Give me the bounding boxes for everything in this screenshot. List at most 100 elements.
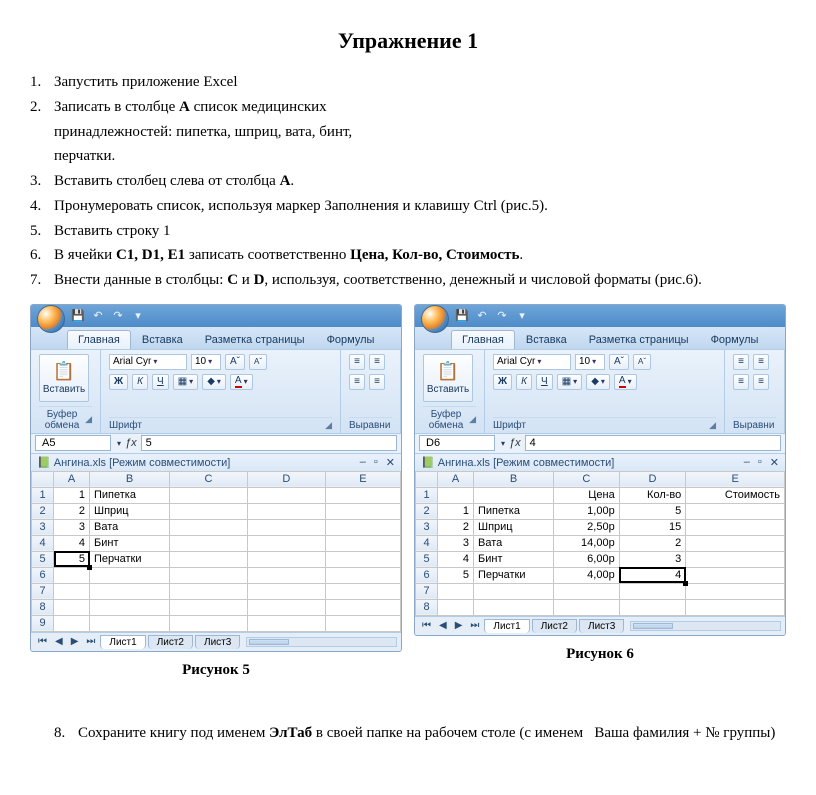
grow-font-button[interactable]: Aˇ [225,354,245,370]
paste-button[interactable]: 📋 Вставить [423,354,473,402]
align-top-button[interactable]: ≡ [733,354,749,370]
cell[interactable] [170,615,248,631]
cell[interactable] [619,583,686,599]
close-icon[interactable]: ✕ [386,456,395,469]
cell[interactable]: Цена [554,487,620,503]
dialog-launcher-icon[interactable]: ◢ [709,420,716,431]
ribbon-tab[interactable]: Вставка [131,330,194,349]
restore-icon[interactable]: ▫ [758,456,762,469]
cell[interactable]: Шприц [474,519,554,535]
sheet-tab[interactable]: Лист1 [484,619,529,633]
fx-icon[interactable]: ƒx [509,437,521,449]
italic-button[interactable]: К [516,374,532,390]
sheet-nav-next-icon[interactable]: ▶ [68,636,82,647]
font-name-select[interactable]: Arial Cyr▾ [493,354,571,370]
align-center-button[interactable]: ≡ [369,374,385,390]
row-header[interactable]: 5 [32,551,54,567]
cell[interactable] [325,519,400,535]
horizontal-scrollbar[interactable] [246,637,397,647]
cell[interactable] [325,487,400,503]
font-color-button[interactable]: A▾ [614,374,637,390]
align-top-button[interactable]: ≡ [349,354,365,370]
name-box[interactable]: D6 [419,435,495,451]
cell[interactable] [686,599,785,615]
cell[interactable]: Кол-во [619,487,686,503]
row-header[interactable]: 8 [32,599,54,615]
cell[interactable] [170,503,248,519]
sheet-tab[interactable]: Лист1 [100,635,145,649]
cell[interactable] [170,535,248,551]
cell[interactable] [170,487,248,503]
sheet-tab[interactable]: Лист3 [579,619,624,633]
cell[interactable]: 1,00р [554,503,620,519]
cell[interactable] [54,583,90,599]
cell[interactable]: Вата [90,519,170,535]
cell[interactable]: 3 [619,551,686,567]
column-header[interactable]: D [247,471,325,487]
cell[interactable] [554,583,620,599]
row-header[interactable]: 7 [416,583,438,599]
cell[interactable] [438,599,474,615]
column-header[interactable]: C [170,471,248,487]
row-header[interactable]: 7 [32,583,54,599]
cell[interactable] [686,503,785,519]
spreadsheet-grid[interactable]: ABCDE1ЦенаКол-воСтоимость21Пипетка1,00р5… [415,471,785,616]
dialog-launcher-icon[interactable]: ◢ [85,414,92,425]
ribbon-tab[interactable]: Разметка страницы [578,330,700,349]
align-center-button[interactable]: ≡ [753,374,769,390]
cell[interactable]: 15 [619,519,686,535]
column-header[interactable]: C [554,471,620,487]
fx-icon[interactable]: ƒx [125,437,137,449]
row-header[interactable]: 8 [416,599,438,615]
cell[interactable] [247,535,325,551]
cell[interactable] [325,551,400,567]
row-header[interactable]: 3 [416,519,438,535]
cell[interactable] [325,583,400,599]
row-header[interactable]: 9 [32,615,54,631]
cell[interactable]: Вата [474,535,554,551]
cell[interactable] [170,519,248,535]
ribbon-tab[interactable]: Формулы [700,330,770,349]
cell[interactable] [247,599,325,615]
cell[interactable]: 4 [438,551,474,567]
grow-font-button[interactable]: Aˇ [609,354,629,370]
sheet-nav-last-icon[interactable]: ⏭ [83,636,98,647]
cell[interactable] [90,567,170,583]
qat-dropdown-icon[interactable]: ▾ [515,309,529,323]
cell[interactable]: Шприц [90,503,170,519]
sheet-nav-prev-icon[interactable]: ◀ [52,636,66,647]
cell[interactable] [438,583,474,599]
ribbon-tab[interactable]: Формулы [316,330,386,349]
sheet-nav-first-icon[interactable]: ⏮ [35,636,50,647]
cell[interactable] [170,583,248,599]
cell[interactable] [54,567,90,583]
save-icon[interactable]: 💾 [71,309,85,323]
fill-color-button[interactable]: ◆▾ [586,374,610,390]
column-header[interactable]: A [54,471,90,487]
undo-icon[interactable]: ↶ [475,309,489,323]
column-header[interactable]: B [474,471,554,487]
cell[interactable] [686,583,785,599]
row-header[interactable]: 1 [416,487,438,503]
cell[interactable] [247,487,325,503]
cell[interactable] [90,615,170,631]
cell[interactable] [54,599,90,615]
cell[interactable]: Бинт [90,535,170,551]
cell[interactable]: 2 [438,519,474,535]
cell[interactable]: 1 [438,503,474,519]
column-header[interactable]: D [619,471,686,487]
underline-button[interactable]: Ч [536,374,553,390]
column-header[interactable]: A [438,471,474,487]
cell[interactable]: 5 [619,503,686,519]
cell[interactable]: Бинт [474,551,554,567]
bold-button[interactable]: Ж [109,374,128,390]
sheet-nav-first-icon[interactable]: ⏮ [419,620,434,631]
restore-icon[interactable]: ▫ [374,456,378,469]
cell[interactable]: Пипетка [474,503,554,519]
underline-button[interactable]: Ч [152,374,169,390]
align-mid-button[interactable]: ≡ [753,354,769,370]
undo-icon[interactable]: ↶ [91,309,105,323]
cell[interactable] [325,567,400,583]
office-button[interactable] [37,305,65,333]
cell[interactable] [686,519,785,535]
